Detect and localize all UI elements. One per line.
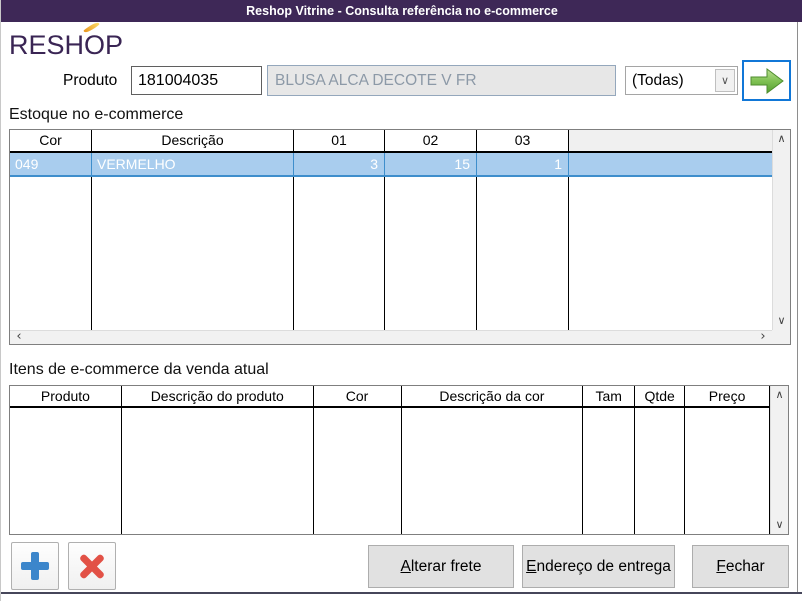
app-window: Reshop Vitrine - Consulta referência no … bbox=[0, 0, 802, 601]
estoque-cell-01: 3 bbox=[294, 153, 385, 175]
itens-header-preco[interactable]: Preço bbox=[685, 386, 771, 406]
estoque-table: Cor Descrição 01 02 03 049 VERMELHO 3 15… bbox=[9, 129, 791, 345]
scroll-up-icon[interactable]: ∧ bbox=[771, 387, 788, 403]
window-title: Reshop Vitrine - Consulta referência no … bbox=[246, 4, 558, 18]
estoque-row-selected[interactable]: 049 VERMELHO 3 15 1 bbox=[10, 153, 772, 177]
estoque-header-01[interactable]: 01 bbox=[294, 130, 385, 151]
filtro-combobox[interactable]: (Todas) ∨ bbox=[625, 66, 738, 95]
chevron-down-icon[interactable]: ∨ bbox=[715, 69, 735, 92]
plus-icon bbox=[20, 551, 50, 581]
itens-header-row: Produto Descrição do produto Cor Descriç… bbox=[10, 386, 771, 408]
scroll-down-icon[interactable]: ∨ bbox=[773, 313, 790, 329]
itens-header-tam[interactable]: Tam bbox=[583, 386, 636, 406]
logo-text: RESHOP bbox=[9, 30, 124, 60]
produto-label: Produto bbox=[63, 72, 118, 89]
window-bottom-border bbox=[1, 592, 802, 594]
estoque-empty-area bbox=[10, 177, 772, 330]
consultar-button[interactable] bbox=[742, 60, 791, 101]
produto-descricao-field: BLUSA ALCA DECOTE V FR bbox=[267, 65, 616, 96]
estoque-vertical-scrollbar[interactable]: ∧ ∨ bbox=[772, 130, 790, 330]
scroll-down-icon[interactable]: ∨ bbox=[771, 517, 788, 533]
estoque-section-title: Estoque no e-commerce bbox=[9, 106, 184, 123]
estoque-header-filler bbox=[569, 130, 772, 151]
itens-empty-area bbox=[10, 408, 771, 534]
filtro-selected-value: (Todas) bbox=[632, 72, 684, 89]
estoque-header-cor[interactable]: Cor bbox=[10, 130, 92, 151]
fechar-button[interactable]: Fechar bbox=[692, 545, 789, 588]
window-right-border bbox=[797, 22, 798, 592]
alterar-frete-button[interactable]: Alterar frete bbox=[368, 545, 514, 588]
scrollbar-corner bbox=[772, 330, 790, 344]
itens-vertical-scrollbar[interactable]: ∧ ∨ bbox=[770, 386, 788, 534]
scroll-up-icon[interactable]: ∧ bbox=[773, 131, 790, 147]
itens-header-produto[interactable]: Produto bbox=[10, 386, 122, 406]
scroll-left-icon[interactable]: ‹ bbox=[11, 330, 27, 344]
x-icon bbox=[77, 551, 107, 581]
estoque-header-descricao[interactable]: Descrição bbox=[92, 130, 294, 151]
estoque-header-02[interactable]: 02 bbox=[385, 130, 477, 151]
remove-item-button[interactable] bbox=[68, 542, 116, 590]
window-titlebar[interactable]: Reshop Vitrine - Consulta referência no … bbox=[1, 0, 802, 22]
produto-input[interactable] bbox=[131, 66, 262, 95]
itens-section-title: Itens de e-commerce da venda atual bbox=[9, 361, 269, 378]
estoque-horizontal-scrollbar[interactable]: ‹ › bbox=[10, 330, 772, 344]
itens-header-cor[interactable]: Cor bbox=[314, 386, 402, 406]
add-item-button[interactable] bbox=[11, 542, 59, 590]
estoque-cell-03: 1 bbox=[477, 153, 569, 175]
estoque-cell-descricao: VERMELHO bbox=[92, 153, 294, 175]
itens-header-descricao-cor[interactable]: Descrição da cor bbox=[402, 386, 584, 406]
itens-table: Produto Descrição do produto Cor Descriç… bbox=[9, 385, 789, 535]
itens-header-qtde[interactable]: Qtde bbox=[635, 386, 686, 406]
estoque-header-03[interactable]: 03 bbox=[477, 130, 569, 151]
endereco-entrega-button[interactable]: Endereço de entrega bbox=[522, 545, 675, 588]
estoque-cell-cor: 049 bbox=[10, 153, 92, 175]
estoque-header-row: Cor Descrição 01 02 03 bbox=[10, 130, 772, 153]
estoque-cell-filler bbox=[569, 153, 772, 175]
itens-header-descricao-produto[interactable]: Descrição do produto bbox=[122, 386, 314, 406]
go-arrow-icon bbox=[750, 67, 784, 94]
estoque-cell-02: 15 bbox=[385, 153, 477, 175]
reshop-logo: RESHOP bbox=[9, 20, 129, 62]
scroll-right-icon[interactable]: › bbox=[755, 330, 771, 344]
